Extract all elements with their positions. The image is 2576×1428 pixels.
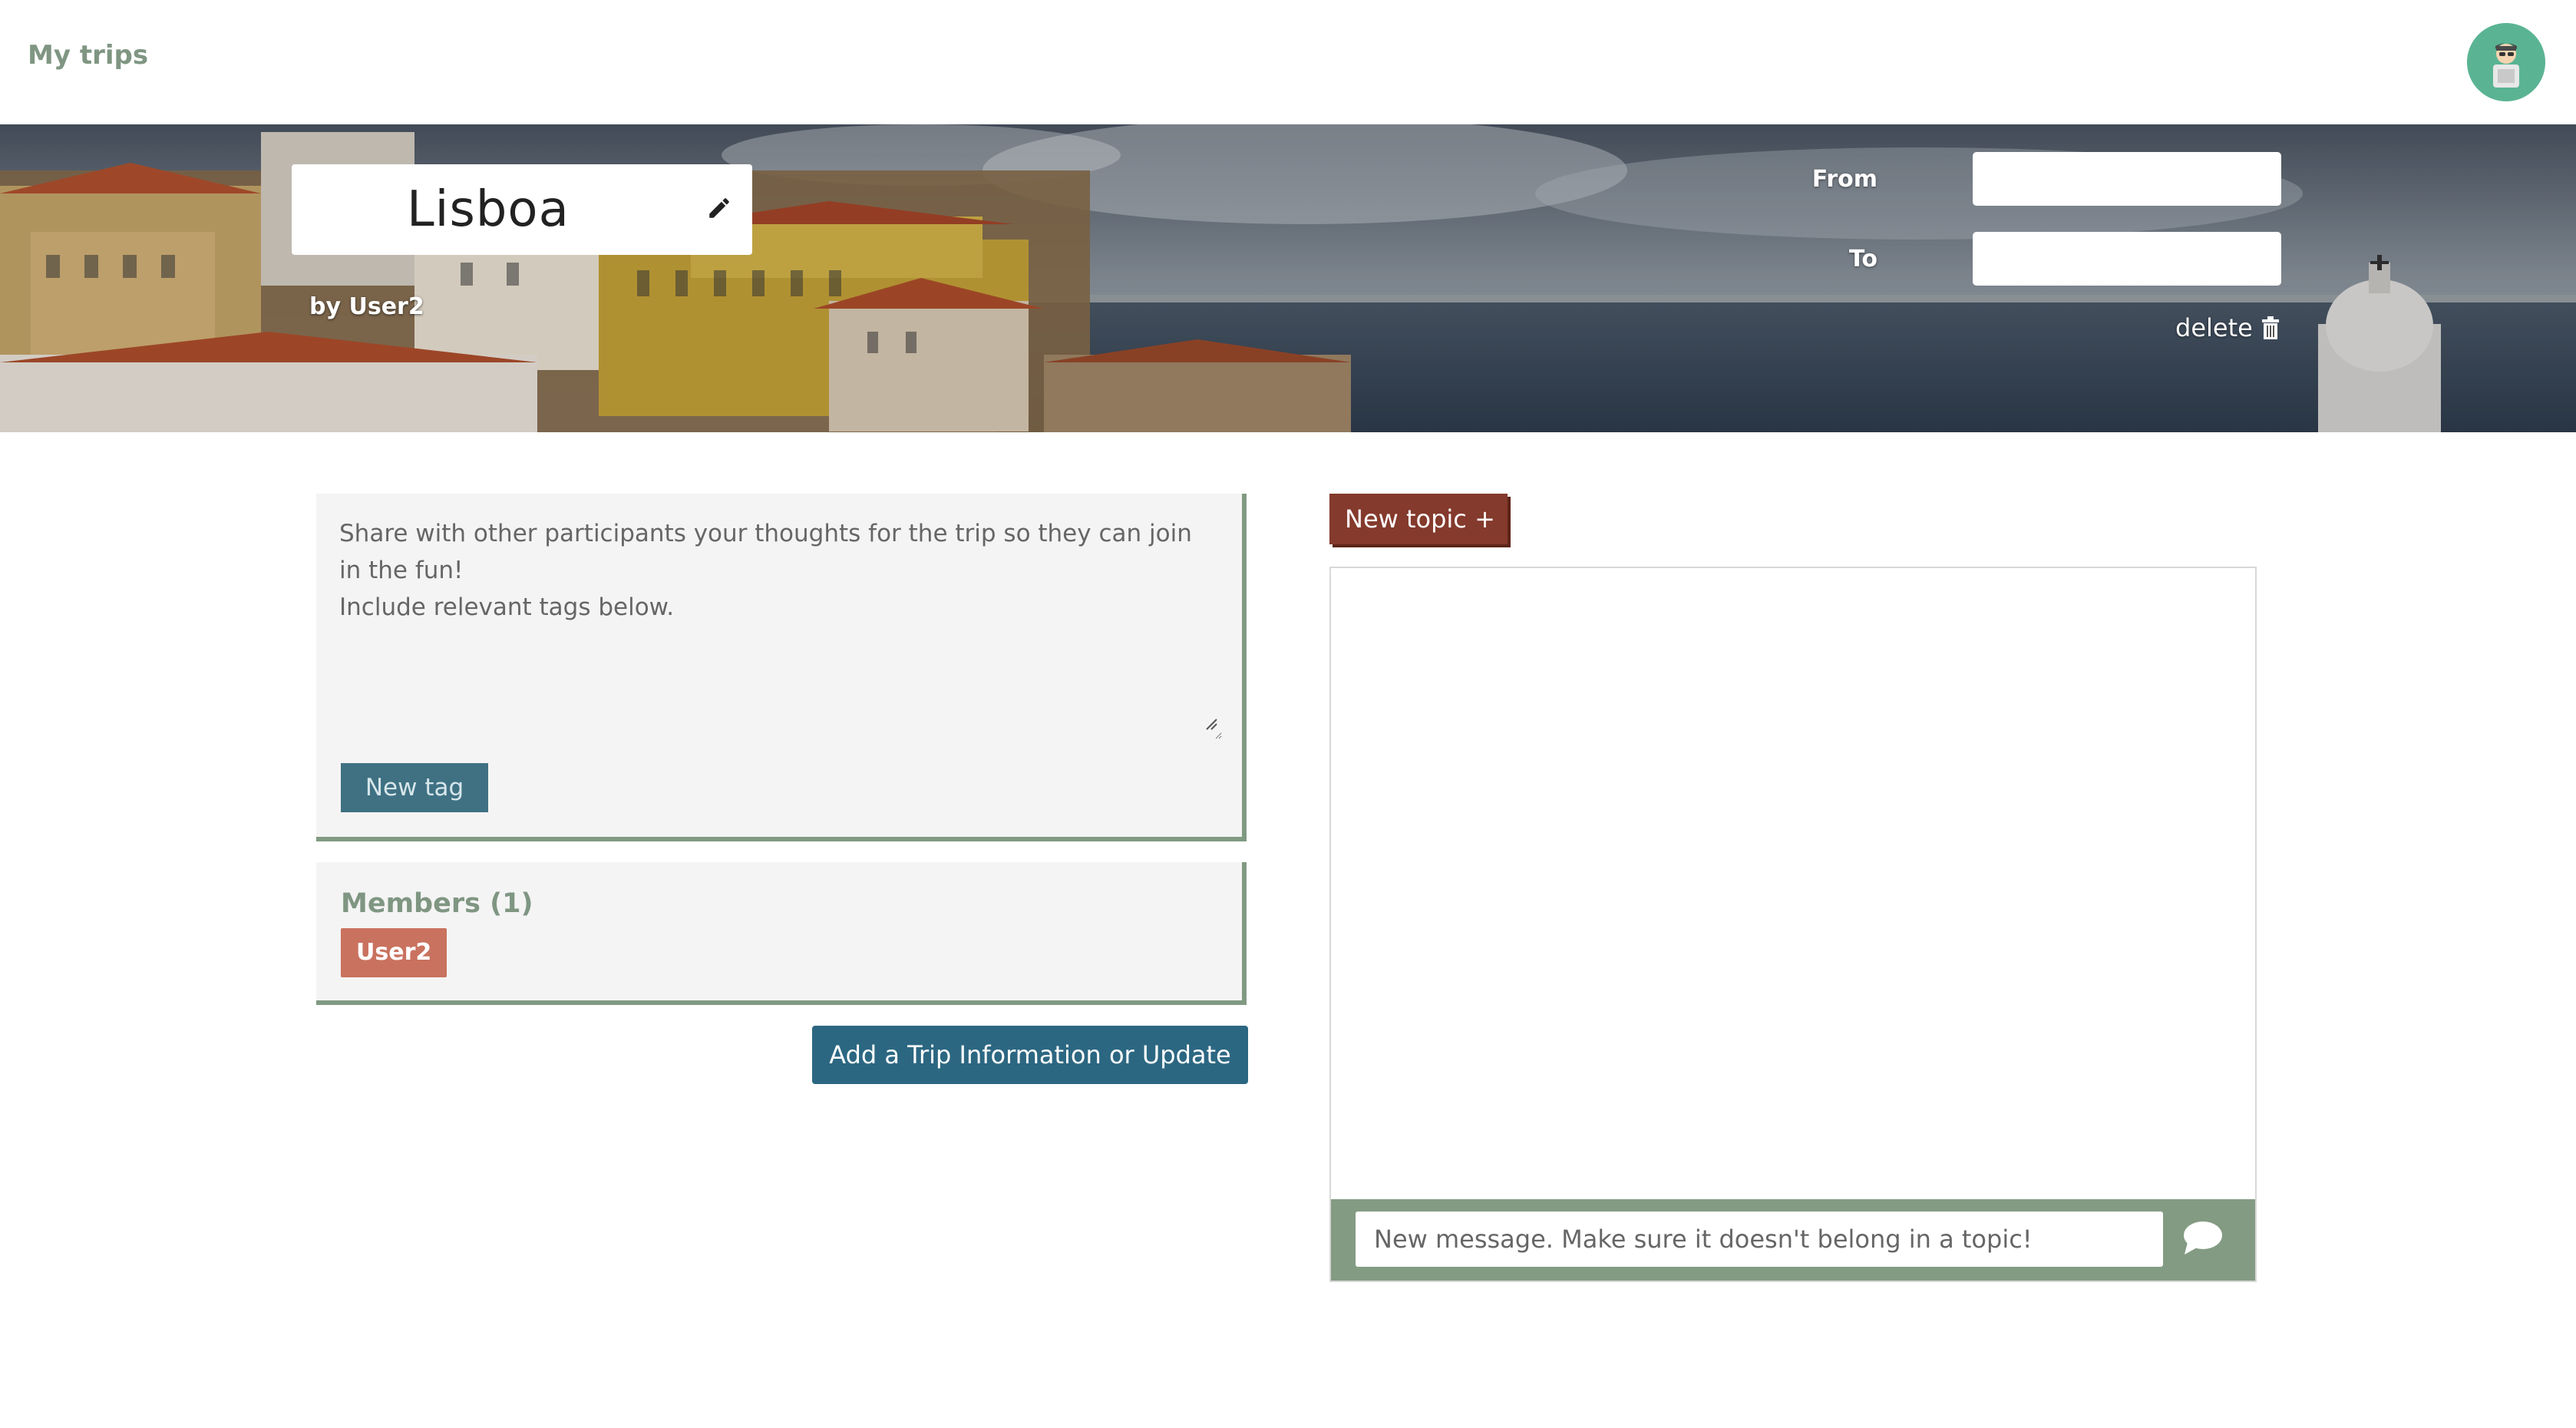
new-topic-button[interactable]: New topic +	[1329, 494, 1508, 544]
members-card: Members (1) User2	[316, 862, 1247, 1005]
to-label: To	[1848, 246, 1878, 273]
members-title: Members (1)	[341, 888, 533, 919]
trip-title: Lisboa	[407, 181, 570, 238]
new-message-input[interactable]	[1356, 1211, 2163, 1267]
user-avatar-icon[interactable]	[2467, 23, 2545, 101]
description-card: New tag	[316, 494, 1247, 841]
trip-description-textarea[interactable]	[332, 509, 1222, 739]
chat-panel	[1329, 567, 2257, 1282]
resize-handle-icon[interactable]	[1204, 716, 1217, 730]
top-bar: My trips	[0, 0, 2576, 124]
add-trip-info-button[interactable]: Add a Trip Information or Update	[812, 1026, 1248, 1084]
trip-author: by User2	[309, 293, 424, 320]
from-date-input[interactable]	[1973, 152, 2281, 206]
new-tag-button[interactable]: New tag	[341, 763, 488, 812]
chat-bubble-send-icon[interactable]	[2181, 1219, 2223, 1256]
member-badge[interactable]: User2	[341, 928, 447, 977]
from-label: From	[1811, 166, 1878, 193]
delete-label: delete	[2175, 313, 2253, 342]
delete-trip-button[interactable]: delete	[2175, 313, 2280, 342]
to-date-input[interactable]	[1973, 232, 2281, 286]
trash-icon	[2261, 316, 2279, 339]
my-trips-link[interactable]: My trips	[28, 40, 148, 71]
chat-input-bar	[1331, 1199, 2255, 1281]
pencil-edit-icon[interactable]	[706, 195, 732, 221]
trip-title-box: Lisboa	[292, 164, 752, 255]
